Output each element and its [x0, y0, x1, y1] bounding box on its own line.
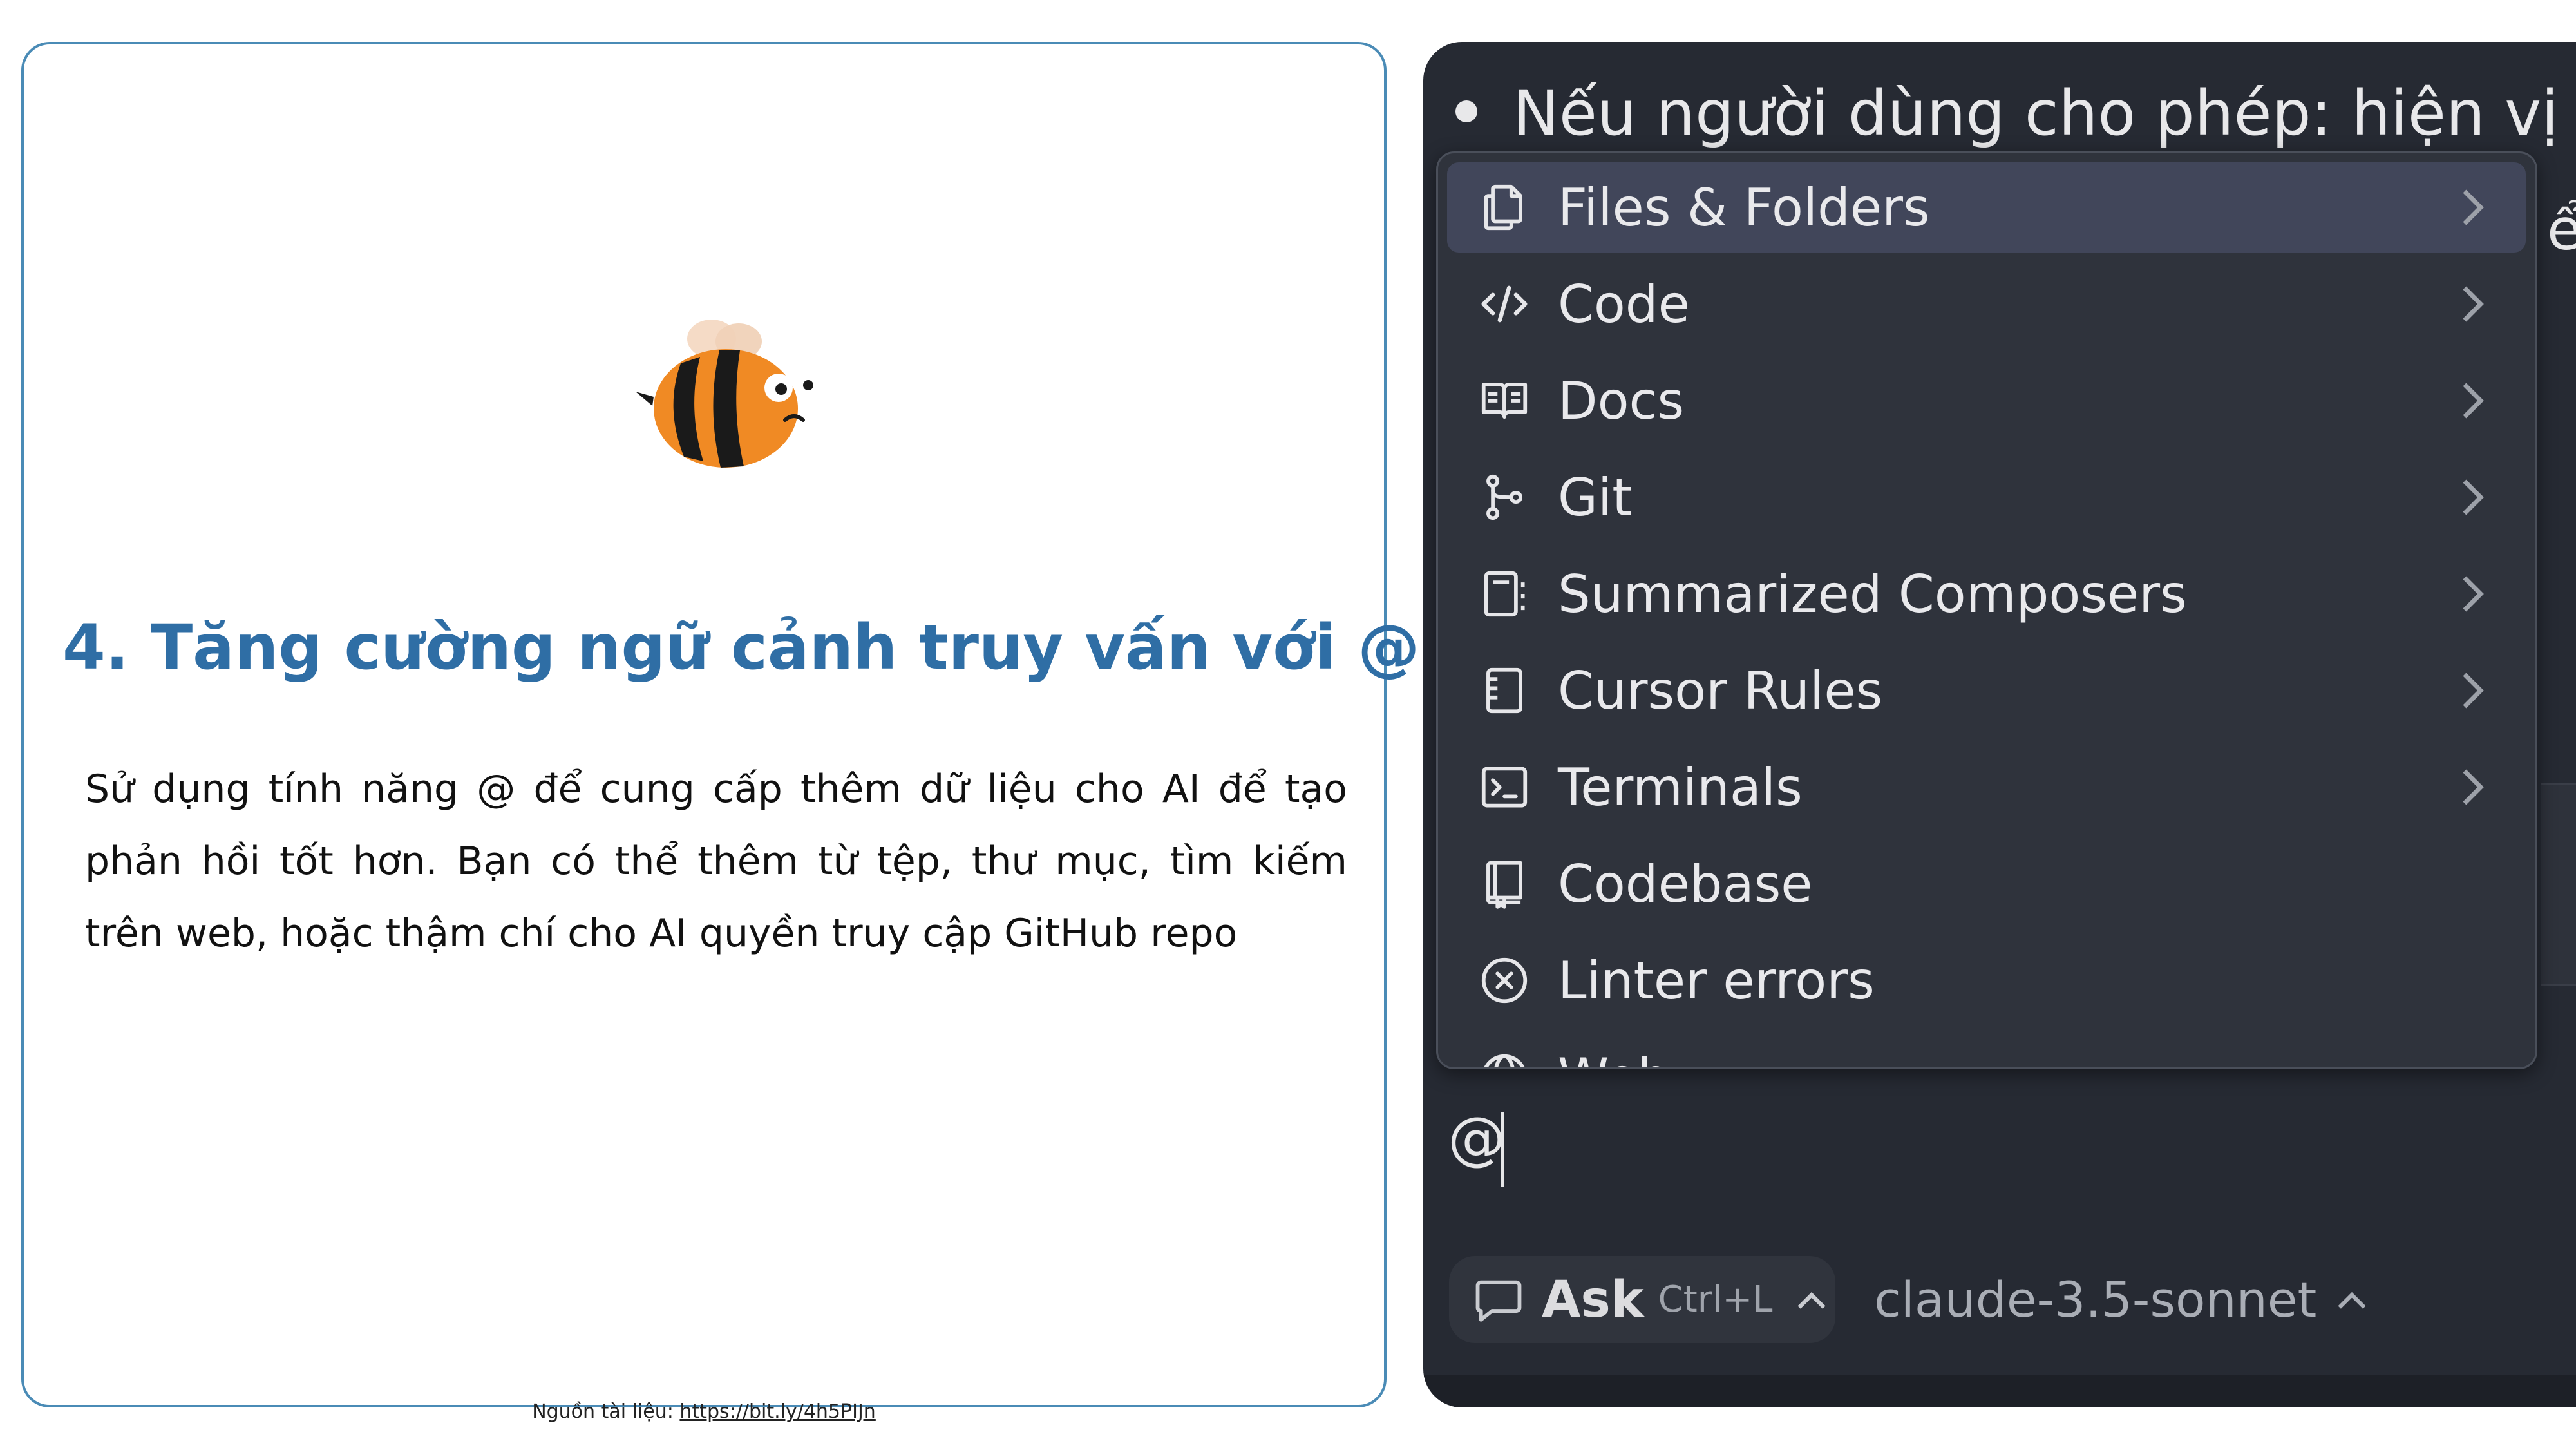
chevron-right-icon	[2463, 769, 2484, 805]
slide-title: 4. Tăng cường ngữ cảnh truy vấn với @	[62, 611, 1420, 683]
ask-label: Ask	[1542, 1270, 1644, 1329]
menu-item-label: Git	[1558, 467, 1633, 528]
bullet-text: Nếu người dùng cho phép: hiện vị trí	[1513, 77, 2576, 149]
error-circle-icon	[1475, 951, 1533, 1009]
editor-panel: Nếu người dùng cho phép: hiện vị trí ể F…	[1423, 42, 2576, 1407]
book-icon	[1475, 372, 1533, 430]
chat-bubble-icon	[1475, 1280, 1522, 1322]
bee-icon	[636, 320, 820, 468]
menu-item-label: Linter errors	[1558, 950, 1875, 1011]
slide-body: Sử dụng tính năng @ để cung cấp thêm dữ …	[85, 767, 1347, 956]
code-icon	[1475, 275, 1533, 333]
panel-bottom-strip	[1423, 1375, 2576, 1407]
overflow-text: ể	[2547, 196, 2576, 263]
chevron-right-icon	[2463, 479, 2484, 515]
rules-icon	[1475, 662, 1533, 720]
chevron-right-icon	[2463, 189, 2484, 225]
menu-item-label: Code	[1558, 274, 1690, 334]
menu-item-cursor-rules[interactable]: Cursor Rules	[1447, 645, 2526, 736]
ask-shortcut: Ctrl+L	[1658, 1279, 1773, 1321]
bullet-line: Nếu người dùng cho phép: hiện vị trí	[1455, 77, 2576, 149]
git-branch-icon	[1475, 468, 1533, 526]
composer-icon	[1475, 565, 1533, 623]
chevron-up-icon	[1797, 1292, 1826, 1309]
chevron-right-icon	[2463, 383, 2484, 419]
chevron-right-icon	[2463, 576, 2484, 612]
menu-item-linter-errors[interactable]: Linter errors	[1447, 935, 2526, 1025]
background-pane-edge	[2541, 783, 2576, 986]
source-note: Nguồn tài liệu: https://bit.ly/4h5PIJn	[24, 1400, 1384, 1423]
menu-item-terminals[interactable]: Terminals	[1447, 742, 2526, 832]
chevron-right-icon	[2463, 286, 2484, 322]
menu-item-label: Cursor Rules	[1558, 660, 1883, 721]
source-label: Nguồn tài liệu:	[532, 1400, 680, 1423]
menu-item-files-folders[interactable]: Files & Folders	[1447, 162, 2526, 253]
menu-item-label: Terminals	[1558, 757, 1803, 817]
source-link[interactable]: https://bit.ly/4h5PIJn	[679, 1400, 875, 1423]
menu-item-label: Docs	[1558, 370, 1685, 431]
chat-input[interactable]: @	[1448, 1105, 2478, 1201]
menu-item-label: Files & Folders	[1558, 177, 1930, 238]
chat-input-value: @	[1448, 1105, 1506, 1172]
menu-item-web[interactable]: Web	[1447, 1032, 2526, 1068]
ask-mode-button[interactable]: Ask Ctrl+L	[1449, 1256, 1835, 1343]
menu-item-code[interactable]: Code	[1447, 259, 2526, 349]
model-selector[interactable]: claude-3.5-sonnet	[1874, 1256, 2369, 1343]
chevron-up-icon	[2338, 1292, 2366, 1309]
menu-item-label: Summarized Composers	[1558, 564, 2187, 624]
chevron-right-icon	[2463, 673, 2484, 709]
text-caret	[1501, 1112, 1504, 1187]
menu-item-summarized-composers[interactable]: Summarized Composers	[1447, 549, 2526, 639]
menu-item-codebase[interactable]: Codebase	[1447, 839, 2526, 929]
menu-item-label: Codebase	[1558, 854, 1813, 914]
terminal-icon	[1475, 758, 1533, 816]
context-menu: Files & Folders Code Docs Git Summarized…	[1436, 151, 2537, 1069]
globe-icon	[1475, 1048, 1533, 1067]
files-icon	[1475, 178, 1533, 236]
model-name: claude-3.5-sonnet	[1874, 1271, 2317, 1328]
menu-item-docs[interactable]: Docs	[1447, 356, 2526, 446]
bullet-dot	[1455, 100, 1477, 122]
slide-card: 4. Tăng cường ngữ cảnh truy vấn với @ Sử…	[21, 42, 1420, 1423]
menu-item-git[interactable]: Git	[1447, 452, 2526, 542]
menu-item-label: Web	[1558, 1047, 1670, 1068]
codebase-icon	[1475, 855, 1533, 913]
